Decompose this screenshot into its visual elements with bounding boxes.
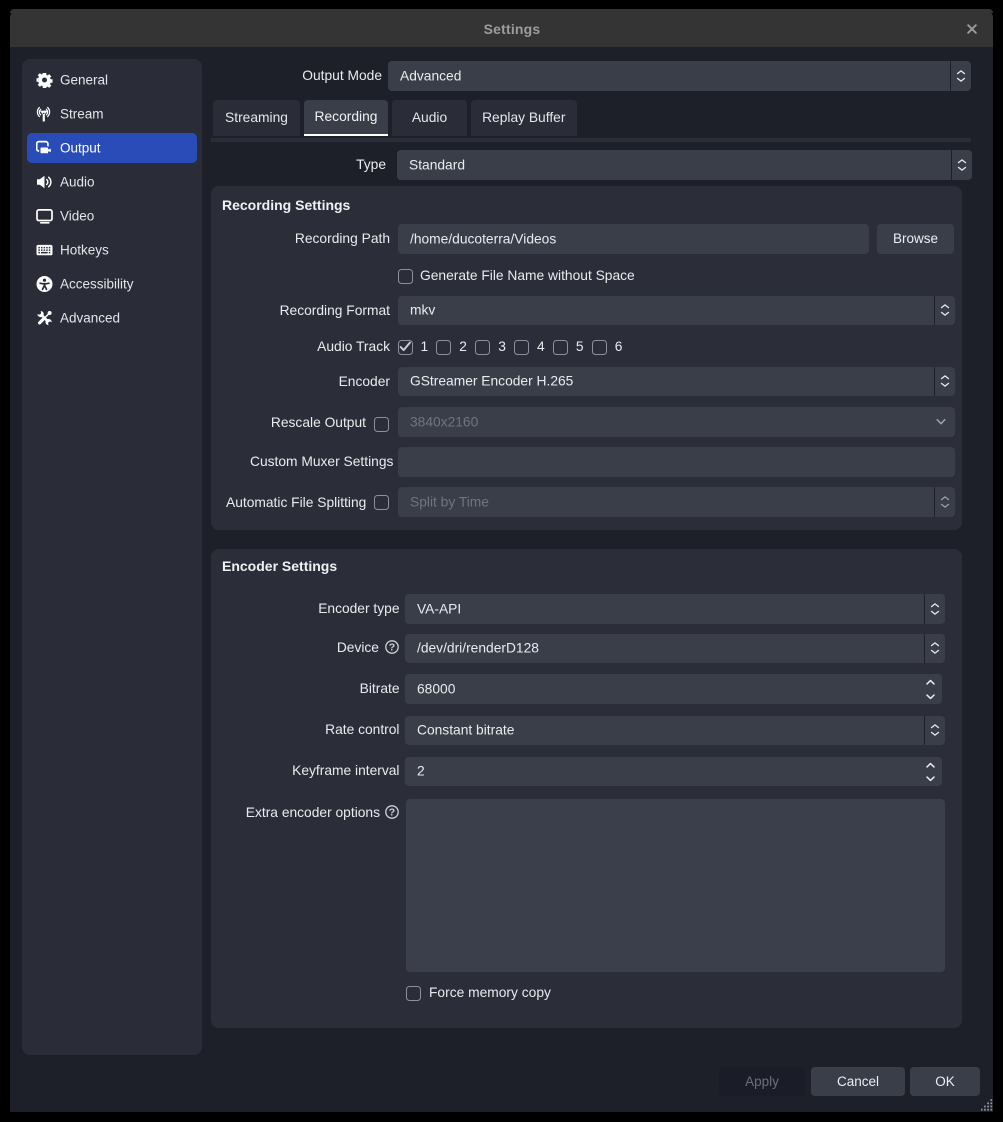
- svg-text:?: ?: [388, 807, 394, 819]
- svg-text:?: ?: [389, 642, 395, 654]
